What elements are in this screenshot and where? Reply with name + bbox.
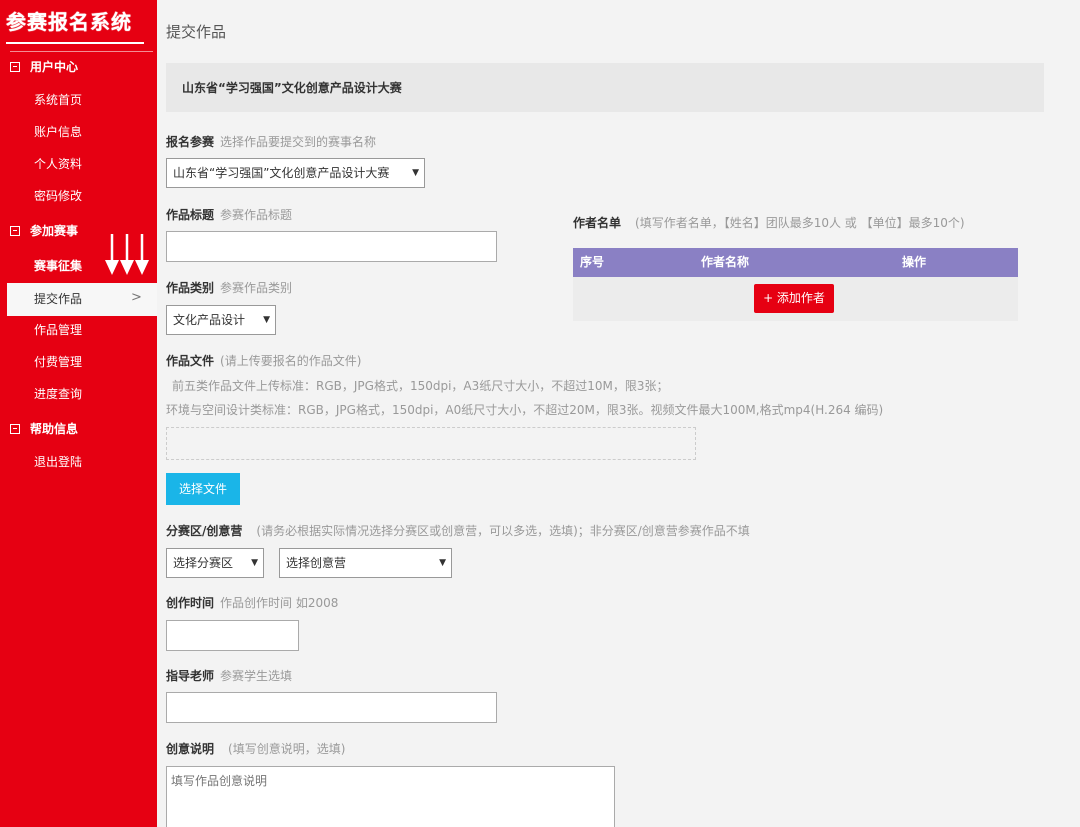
field-hint: 参赛作品类别: [220, 281, 293, 295]
collapse-icon: [10, 62, 20, 72]
sidebar-item-works[interactable]: 作品管理: [34, 320, 82, 340]
group-title-label: 用户中心: [30, 60, 79, 74]
division-field-label: 分赛区/创意营 (请务必根据实际情况选择分赛区或创意营，可以多选，选填)；非分赛区…: [166, 522, 750, 540]
caret-down-icon: ▼: [439, 558, 446, 568]
year-field-label: 创作时间 作品创作时间 如2008: [166, 594, 338, 612]
field-label-text: 作品标题: [166, 208, 215, 222]
collapse-icon: [10, 226, 20, 236]
group-help[interactable]: 帮助信息: [10, 420, 78, 438]
sidebar-item-label: 提交作品: [34, 292, 83, 306]
main-content: 提交作品 山东省“学习强国”文化创意产品设计大赛 报名参赛 选择作品要提交到的赛事…: [157, 0, 1080, 827]
field-label-text: 分赛区/创意营: [166, 524, 243, 538]
group-join-contest[interactable]: 参加赛事: [10, 222, 78, 240]
category-select-value: 文化产品设计: [173, 313, 246, 327]
sidebar-item-profile[interactable]: 个人资料: [34, 154, 82, 174]
sidebar-item-submit-work[interactable]: 提交作品 >: [5, 281, 157, 318]
category-field-label: 作品类别 参赛作品类别: [166, 279, 292, 297]
field-hint: (请上传要报名的作品文件): [220, 354, 362, 368]
field-label-text: 创作时间: [166, 596, 215, 610]
sidebar-item-logout[interactable]: 退出登陆: [34, 452, 82, 472]
category-select[interactable]: 文化产品设计 ▼: [166, 305, 276, 335]
sidebar-item-account[interactable]: 账户信息: [34, 122, 82, 142]
title-input[interactable]: [166, 231, 497, 262]
page-title: 提交作品: [166, 23, 227, 41]
logo-underline: [6, 42, 144, 44]
contest-banner-title: 山东省“学习强国”文化创意产品设计大赛: [182, 81, 402, 95]
caret-down-icon: ▼: [251, 558, 258, 568]
field-hint: 作品创作时间 如2008: [220, 596, 339, 610]
field-hint: (请务必根据实际情况选择分赛区或创意营，可以多选，选填)；非分赛区/创意营参赛作…: [256, 524, 750, 538]
column-header-name: 作者名称: [701, 255, 750, 269]
field-label-text: 指导老师: [166, 669, 215, 683]
collapse-icon: [10, 424, 20, 434]
file-requirements-2: 环境与空间设计类标准：RGB，JPG格式，150dpi，A0纸尺寸大小，不超过2…: [166, 403, 884, 417]
teacher-input[interactable]: [166, 692, 497, 723]
field-label-text: 报名参赛: [166, 135, 215, 149]
choose-file-button[interactable]: 选择文件: [166, 473, 240, 505]
contest-banner: 山东省“学习强国”文化创意产品设计大赛: [166, 63, 1044, 112]
field-hint: 参赛作品标题: [220, 208, 293, 222]
file-field-label: 作品文件 (请上传要报名的作品文件): [166, 352, 361, 370]
field-hint: 选择作品要提交到的赛事名称: [220, 135, 377, 149]
contest-select-label: 报名参赛 选择作品要提交到的赛事名称: [166, 133, 376, 151]
file-dropzone[interactable]: [166, 427, 696, 460]
logo: 参赛报名系统: [6, 4, 144, 44]
group-title-label: 参加赛事: [30, 224, 79, 238]
title-field-label: 作品标题 参赛作品标题: [166, 206, 292, 224]
camp-select[interactable]: 选择创意营 ▼: [279, 548, 452, 578]
sidebar-item-home[interactable]: 系统首页: [34, 90, 82, 110]
idea-field-label: 创意说明 (填写创意说明，选填): [166, 740, 345, 758]
sidebar-item-progress[interactable]: 进度查询: [34, 384, 82, 404]
add-author-button[interactable]: + 添加作者: [754, 284, 834, 313]
field-label-text: 创意说明: [166, 742, 215, 756]
sidebar-item-contests[interactable]: 赛事征集: [34, 256, 82, 276]
contest-select[interactable]: 山东省“学习强国”文化创意产品设计大赛 ▼: [166, 158, 425, 188]
division-select[interactable]: 选择分赛区 ▼: [166, 548, 264, 578]
division-select-value: 选择分赛区: [173, 556, 234, 570]
field-label-text: 作品文件: [166, 354, 215, 368]
sidebar: 参赛报名系统 用户中心 系统首页 账户信息 个人资料 密码修改 参加赛事 赛事征…: [0, 0, 157, 827]
author-table-header: 序号 作者名称 操作: [573, 248, 1018, 277]
field-hint: 参赛学生选填: [220, 669, 293, 683]
teacher-field-label: 指导老师 参赛学生选填: [166, 667, 292, 685]
year-input[interactable]: [166, 620, 299, 651]
field-label-text: 作者名单: [573, 216, 622, 230]
column-header-action: 操作: [902, 255, 927, 269]
author-table: 序号 作者名称 操作 + 添加作者: [573, 248, 1018, 321]
sidebar-item-payment[interactable]: 付费管理: [34, 352, 82, 372]
idea-textarea[interactable]: [166, 766, 615, 827]
group-title-label: 帮助信息: [30, 422, 79, 436]
sidebar-item-password[interactable]: 密码修改: [34, 186, 82, 206]
sidebar-divider: [10, 51, 153, 52]
authors-label: 作者名单 (填写作者名单，【姓名】团队最多10人 或 【单位】最多10个): [573, 214, 965, 232]
pointer-arrows-icon: [105, 234, 149, 275]
camp-select-value: 选择创意营: [286, 556, 347, 570]
caret-down-icon: ▼: [263, 315, 270, 325]
field-hint: (填写创意说明，选填): [228, 742, 346, 756]
column-header-index: 序号: [580, 255, 605, 269]
contest-select-value: 山东省“学习强国”文化创意产品设计大赛: [173, 166, 390, 180]
field-hint: (填写作者名单，【姓名】团队最多10人 或 【单位】最多10个): [635, 216, 965, 230]
caret-down-icon: ▼: [412, 168, 419, 178]
field-label-text: 作品类别: [166, 281, 215, 295]
logo-text: 参赛报名系统: [6, 10, 132, 34]
group-user-center[interactable]: 用户中心: [10, 58, 78, 76]
file-requirements-1: 前五类作品文件上传标准：RGB，JPG格式，150dpi，A3纸尺寸大小，不超过…: [172, 379, 669, 393]
chevron-right-icon: >: [131, 290, 142, 305]
